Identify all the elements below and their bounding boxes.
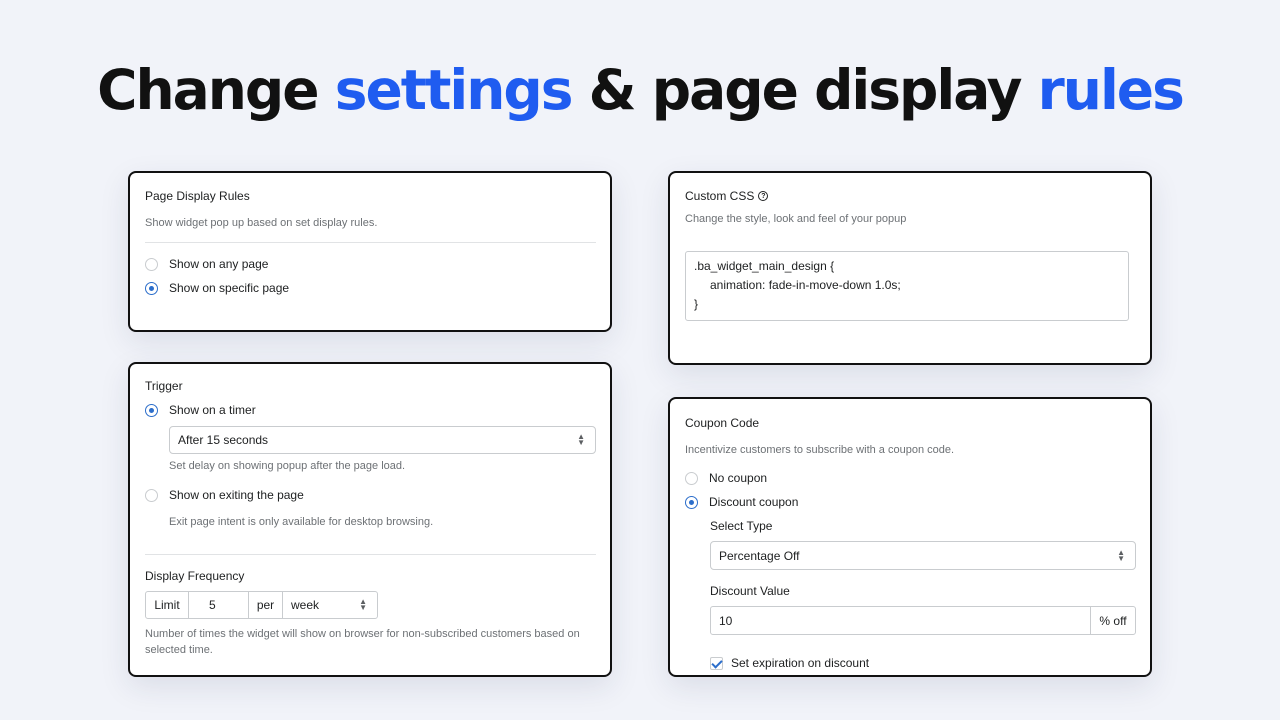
option-show-any-page-label: Show on any page xyxy=(169,257,269,271)
select-arrows-icon: ▲ ▼ xyxy=(359,597,367,612)
headline-accent-settings: settings xyxy=(334,58,574,122)
display-frequency-group: Limit 5 per week ▲ ▼ xyxy=(145,591,378,619)
custom-css-subtitle: Change the style, look and feel of your … xyxy=(685,213,907,225)
coupon-subtitle: Incentivize customers to subscribe with … xyxy=(685,444,955,456)
period-value: week xyxy=(291,598,320,612)
option-show-on-timer-label: Show on a timer xyxy=(169,403,256,417)
option-show-any-page[interactable]: Show on any page xyxy=(145,257,268,271)
trigger-card: Trigger Show on a timer After 15 seconds… xyxy=(128,362,612,677)
headline-part-3: & page display xyxy=(571,58,1038,122)
select-arrows-icon: ▲ ▼ xyxy=(1117,547,1125,563)
code-line-1: .ba_widget_main_design { xyxy=(694,259,835,273)
option-discount-coupon-label: Discount coupon xyxy=(709,495,799,509)
option-show-on-timer[interactable]: Show on a timer xyxy=(145,403,256,417)
option-no-coupon-label: No coupon xyxy=(709,471,768,485)
option-show-on-exit[interactable]: Show on exiting the page xyxy=(145,488,304,502)
frequency-help-text: Number of times the widget will show on … xyxy=(145,628,580,656)
radio-no-coupon[interactable] xyxy=(685,471,698,485)
discount-type-value: Percentage Off xyxy=(719,548,800,563)
page-display-divider xyxy=(145,242,596,243)
option-show-specific-page-label: Show on specific page xyxy=(169,281,290,295)
custom-css-editor[interactable]: .ba_widget_main_design { animation: fade… xyxy=(685,251,1129,321)
discount-value-group: 10 % off xyxy=(710,606,1136,635)
code-line-3: } xyxy=(694,297,699,311)
radio-show-any-page[interactable] xyxy=(145,257,158,271)
set-expiration-label: Set expiration on discount xyxy=(731,656,870,670)
discount-value-input[interactable]: 10 xyxy=(711,607,1091,634)
timer-delay-value: After 15 seconds xyxy=(178,433,269,447)
trigger-title: Trigger xyxy=(145,379,183,393)
limit-label: Limit xyxy=(146,592,189,618)
radio-show-on-timer[interactable] xyxy=(145,403,158,417)
timer-delay-select[interactable]: After 15 seconds ▲ ▼ xyxy=(169,426,596,454)
radio-show-on-exit[interactable] xyxy=(145,488,158,502)
page-display-rules-card: Page Display Rules Show widget pop up ba… xyxy=(128,171,612,332)
radio-show-specific-page[interactable] xyxy=(145,281,158,295)
custom-css-title: Custom CSS xyxy=(685,189,755,203)
custom-css-title-row: Custom CSS ? xyxy=(685,189,769,203)
trigger-divider xyxy=(145,554,596,555)
exit-help-text: Exit page intent is only available for d… xyxy=(169,516,434,528)
display-frequency-title: Display Frequency xyxy=(145,569,245,583)
set-expiration-checkbox[interactable] xyxy=(710,656,723,670)
option-discount-coupon[interactable]: Discount coupon xyxy=(685,495,798,509)
period-select[interactable]: week ▲ ▼ xyxy=(283,592,377,618)
per-label: per xyxy=(249,592,283,618)
option-no-coupon[interactable]: No coupon xyxy=(685,471,767,485)
page-display-title: Page Display Rules xyxy=(145,189,250,203)
option-show-on-exit-label: Show on exiting the page xyxy=(169,488,304,502)
limit-input[interactable]: 5 xyxy=(189,592,249,618)
headline-accent-rules: rules xyxy=(1037,58,1185,122)
discount-suffix: % off xyxy=(1099,613,1127,628)
radio-discount-coupon[interactable] xyxy=(685,495,698,509)
coupon-title: Coupon Code xyxy=(685,416,760,430)
select-type-label: Select Type xyxy=(710,519,773,533)
question-circle-icon[interactable]: ? xyxy=(758,191,769,201)
set-expiration-row[interactable]: Set expiration on discount xyxy=(710,656,869,670)
coupon-code-card: Coupon Code Incentivize customers to sub… xyxy=(668,397,1152,677)
headline: Change settings & page display rules xyxy=(0,58,1280,122)
discount-value-label: Discount Value xyxy=(710,584,790,598)
discount-type-select[interactable]: Percentage Off ▲ ▼ xyxy=(710,541,1136,570)
headline-part-1: Change xyxy=(97,58,335,122)
option-show-specific-page[interactable]: Show on specific page xyxy=(145,281,289,295)
custom-css-card: Custom CSS ? Change the style, look and … xyxy=(668,171,1152,365)
code-line-2: animation: fade-in-move-down 1.0s; xyxy=(710,278,901,292)
page-display-subtitle: Show widget pop up based on set display … xyxy=(145,217,378,229)
select-arrows-icon: ▲ ▼ xyxy=(577,432,585,447)
timer-help-text: Set delay on showing popup after the pag… xyxy=(169,460,406,472)
